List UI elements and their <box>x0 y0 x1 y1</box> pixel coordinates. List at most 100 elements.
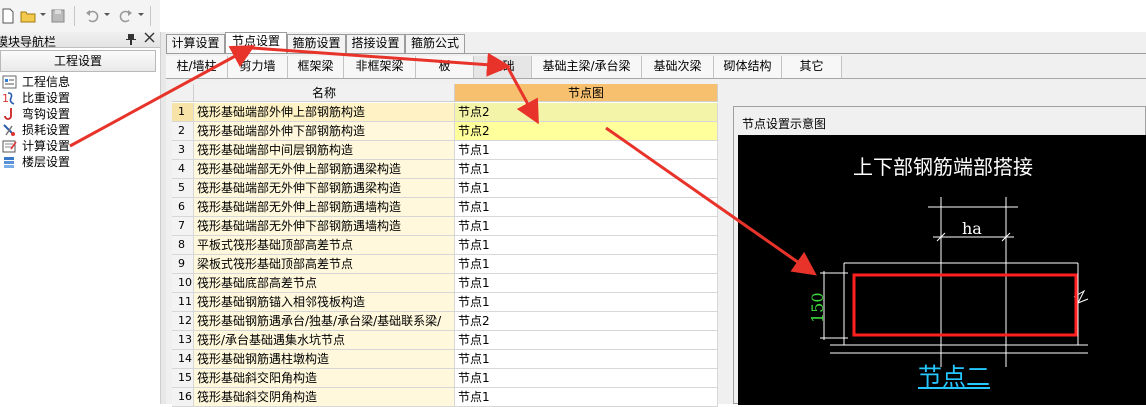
tab-calc-settings[interactable]: 计算设置 <box>166 34 225 53</box>
subtab-shear-wall[interactable]: 剪力墙 <box>228 56 288 78</box>
node-diagram-cell[interactable]: 节点1 <box>455 141 718 160</box>
row-index-cell[interactable]: 11 <box>172 293 194 312</box>
table-row[interactable]: 4 筏形基础端部无外伸上部钢筋遇梁构造 节点1 <box>172 160 718 179</box>
name-cell[interactable]: 筏形基础端部外伸上部钢筋构造 <box>194 103 455 122</box>
subtab-foundation[interactable]: 基础 <box>474 56 532 78</box>
column-header-node-diagram[interactable]: 节点图 <box>455 84 718 102</box>
node-diagram-cell[interactable]: 节点1 <box>455 293 718 312</box>
tab-lap-settings[interactable]: 搭接设置 <box>346 34 405 53</box>
table-row[interactable]: 15 筏形基础斜交阳角构造 节点1 <box>172 369 718 388</box>
redo-icon[interactable] <box>118 8 134 24</box>
name-cell[interactable]: 梁板式筏形基础顶部高差节点 <box>194 255 455 274</box>
node-diagram-cell[interactable]: 节点1 <box>455 350 718 369</box>
tab-node-settings[interactable]: 节点设置 <box>225 32 287 54</box>
node-diagram-cell[interactable]: 节点2 <box>455 312 718 331</box>
nav-item-project-info[interactable]: 工程信息 <box>2 74 152 90</box>
row-index-cell[interactable]: 12 <box>172 312 194 331</box>
table-row[interactable]: 7 筏形基础端部无外伸下部钢筋遇墙构造 节点1 <box>172 217 718 236</box>
row-index-cell[interactable]: 7 <box>172 217 194 236</box>
redo-dropdown-caret[interactable] <box>138 13 144 16</box>
node-diagram-cell[interactable]: 节点1 <box>455 369 718 388</box>
table-row[interactable]: 14 筏形基础钢筋遇柱墩构造 节点1 <box>172 350 718 369</box>
row-index-cell[interactable]: 2 <box>172 122 194 141</box>
name-cell[interactable]: 筏形基础端部外伸下部钢筋构造 <box>194 122 455 141</box>
name-cell[interactable]: 平板式筏形基础顶部高差节点 <box>194 236 455 255</box>
table-row[interactable]: 6 筏形基础端部无外伸上部钢筋遇墙构造 节点1 <box>172 198 718 217</box>
name-cell[interactable]: 筏形基础端部中间层钢筋构造 <box>194 141 455 160</box>
name-cell[interactable]: 筏形基础底部高差节点 <box>194 274 455 293</box>
row-index-cell[interactable]: 15 <box>172 369 194 388</box>
node-diagram-cell[interactable]: 节点1 <box>455 331 718 350</box>
row-index-cell[interactable]: 6 <box>172 198 194 217</box>
nav-item-calc-settings[interactable]: 计算设置 <box>2 138 152 154</box>
node-diagram-cell[interactable]: 节点2 <box>455 122 718 141</box>
open-dropdown-caret[interactable] <box>40 13 46 16</box>
subtab-other[interactable]: 其它 <box>782 56 842 78</box>
node-diagram-cell[interactable]: 节点1 <box>455 198 718 217</box>
name-cell[interactable]: 筏形基础钢筋锚入相邻筏板构造 <box>194 293 455 312</box>
subtab-foundation-secondary-beam[interactable]: 基础次梁 <box>642 56 714 78</box>
nav-item-weight-ratio[interactable]: 1 比重设置 <box>2 90 152 106</box>
table-row[interactable]: 16 筏形基础斜交阴角构造 节点1 <box>172 388 718 407</box>
name-cell[interactable]: 筏形基础钢筋遇柱墩构造 <box>194 350 455 369</box>
subtab-frame-beam[interactable]: 框架梁 <box>288 56 344 78</box>
name-cell[interactable]: 筏形基础钢筋遇承台/独基/承台梁/基础联系梁/ <box>194 312 455 331</box>
column-header-name[interactable]: 名称 <box>194 84 455 102</box>
table-row[interactable]: 9 梁板式筏形基础顶部高差节点 节点1 <box>172 255 718 274</box>
table-row[interactable]: 5 筏形基础端部无外伸下部钢筋遇梁构造 节点1 <box>172 179 718 198</box>
subtab-foundation-main-beam[interactable]: 基础主梁/承台梁 <box>532 56 642 78</box>
toolbar <box>0 0 160 32</box>
row-index-cell[interactable]: 8 <box>172 236 194 255</box>
new-file-icon[interactable] <box>0 8 16 24</box>
node-diagram-cell[interactable]: 节点1 <box>455 179 718 198</box>
node-diagram-cell[interactable]: 节点1 <box>455 388 718 407</box>
node-diagram-cell[interactable]: 节点1 <box>455 236 718 255</box>
name-cell[interactable]: 筏形基础斜交阳角构造 <box>194 369 455 388</box>
subtab-slab[interactable]: 板 <box>416 56 474 78</box>
table-row[interactable]: 3 筏形基础端部中间层钢筋构造 节点1 <box>172 141 718 160</box>
node-diagram-cell[interactable]: 节点1 <box>455 255 718 274</box>
row-index-cell[interactable]: 5 <box>172 179 194 198</box>
row-index-cell[interactable]: 16 <box>172 388 194 407</box>
table-row[interactable]: 13 筏形/承台基础遇集水坑节点 节点1 <box>172 331 718 350</box>
table-row[interactable]: 1 筏形基础端部外伸上部钢筋构造 节点2 <box>172 103 718 122</box>
row-index-cell[interactable]: 14 <box>172 350 194 369</box>
row-index-cell[interactable]: 13 <box>172 331 194 350</box>
undo-dropdown-caret[interactable] <box>104 13 110 16</box>
table-row[interactable]: 8 平板式筏形基础顶部高差节点 节点1 <box>172 236 718 255</box>
name-cell[interactable]: 筏形基础端部无外伸下部钢筋遇墙构造 <box>194 217 455 236</box>
node-diagram-cell[interactable]: 节点1 <box>455 217 718 236</box>
row-index-cell[interactable]: 3 <box>172 141 194 160</box>
group-header-project-settings[interactable]: 工程设置 <box>0 50 156 72</box>
column-header-index[interactable] <box>172 84 194 102</box>
name-cell[interactable]: 筏形基础端部无外伸上部钢筋遇墙构造 <box>194 198 455 217</box>
subtab-column-wall-column[interactable]: 柱/墙柱 <box>166 56 228 78</box>
undo-icon[interactable] <box>84 8 100 24</box>
nav-item-floor-settings[interactable]: 楼层设置 <box>2 154 152 170</box>
name-cell[interactable]: 筏形基础端部无外伸下部钢筋遇梁构造 <box>194 179 455 198</box>
row-index-cell[interactable]: 9 <box>172 255 194 274</box>
name-cell[interactable]: 筏形基础斜交阴角构造 <box>194 388 455 407</box>
tab-stirrup-formula[interactable]: 箍筋公式 <box>405 34 465 53</box>
nav-item-loss[interactable]: 损耗设置 <box>2 122 152 138</box>
name-cell[interactable]: 筏形/承台基础遇集水坑节点 <box>194 331 455 350</box>
table-row[interactable]: 10 筏形基础底部高差节点 节点1 <box>172 274 718 293</box>
node-diagram-cell[interactable]: 节点2 <box>455 103 718 122</box>
save-icon[interactable] <box>50 8 66 24</box>
tab-stirrup-settings[interactable]: 箍筋设置 <box>287 34 346 53</box>
name-cell[interactable]: 筏形基础端部无外伸上部钢筋遇梁构造 <box>194 160 455 179</box>
row-index-cell[interactable]: 4 <box>172 160 194 179</box>
table-row[interactable]: 12 筏形基础钢筋遇承台/独基/承台梁/基础联系梁/节点2 <box>172 312 718 331</box>
row-index-cell[interactable]: 1 <box>172 103 194 122</box>
node-diagram-cell[interactable]: 节点1 <box>455 274 718 293</box>
node-diagram-cell[interactable]: 节点1 <box>455 160 718 179</box>
row-index-cell[interactable]: 10 <box>172 274 194 293</box>
subtab-masonry[interactable]: 砌体结构 <box>714 56 782 78</box>
table-row[interactable]: 2 筏形基础端部外伸下部钢筋构造 节点2 <box>172 122 718 141</box>
nav-item-hook[interactable]: 弯钩设置 <box>2 106 152 122</box>
close-icon[interactable] <box>144 32 155 46</box>
pin-icon[interactable] <box>126 33 136 48</box>
table-row[interactable]: 11 筏形基础钢筋锚入相邻筏板构造 节点1 <box>172 293 718 312</box>
subtab-non-frame-beam[interactable]: 非框架梁 <box>344 56 416 78</box>
open-folder-icon[interactable] <box>20 8 36 24</box>
